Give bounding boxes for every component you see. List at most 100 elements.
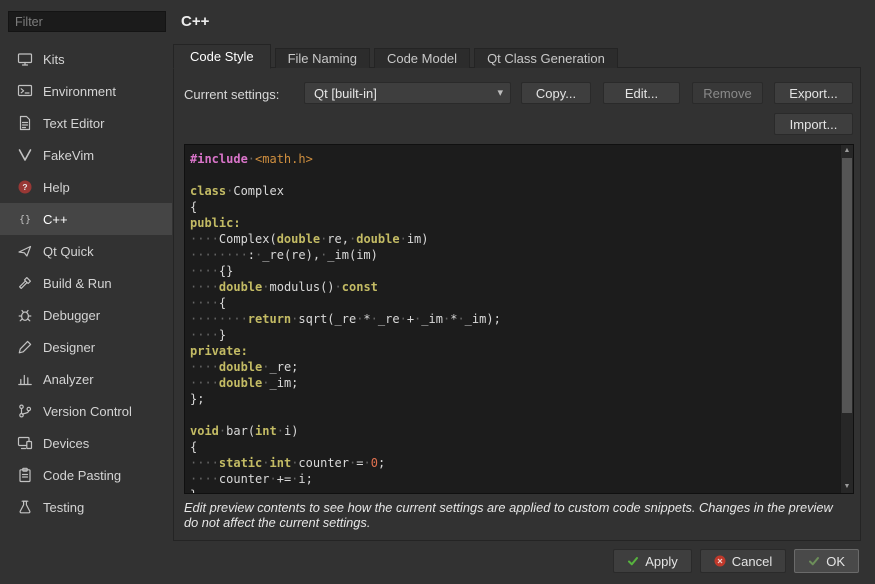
apply-button[interactable]: Apply <box>613 549 692 573</box>
dialog-buttons: Apply Cancel OK <box>613 549 859 573</box>
sidebar-item-qt-quick[interactable]: Qt Quick <box>0 235 172 267</box>
version-control-icon <box>17 403 33 419</box>
code-line: ····static·int·counter·=·0; <box>190 455 840 471</box>
settings-dropdown[interactable]: Qt [built-in] ▾ <box>304 82 511 104</box>
sidebar-item-version-control[interactable]: Version Control <box>0 395 172 427</box>
sidebar-item-code-pasting[interactable]: Code Pasting <box>0 459 172 491</box>
qt-quick-icon <box>17 243 33 259</box>
sidebar-item-testing[interactable]: Testing <box>0 491 172 523</box>
environment-icon <box>17 83 33 99</box>
cancel-button[interactable]: Cancel <box>700 549 786 573</box>
sidebar-item-help[interactable]: ? Help <box>0 171 172 203</box>
sidebar: Kits Environment Text Editor FakeVim? Help {}… <box>0 0 173 584</box>
editor-scrollbar[interactable]: ▲ ▼ <box>840 145 853 493</box>
svg-text:?: ? <box>22 182 27 192</box>
sidebar-item-debugger[interactable]: Debugger <box>0 299 172 331</box>
code-line: void·bar(int·i) <box>190 423 840 439</box>
sidebar-item-label: FakeVim <box>43 148 94 163</box>
cancel-button-label: Cancel <box>732 554 772 569</box>
code-line: ········:·_re(re),·_im(im) <box>190 247 840 263</box>
copy-button[interactable]: Copy... <box>521 82 591 104</box>
cancel-icon <box>714 555 726 567</box>
sidebar-item-label: Code Pasting <box>43 468 121 483</box>
sidebar-item-build-run[interactable]: Build & Run <box>0 267 172 299</box>
sidebar-item-label: Build & Run <box>43 276 112 291</box>
scrollbar-down-icon[interactable]: ▼ <box>841 481 853 493</box>
sidebar-item-label: Help <box>43 180 70 195</box>
import-button[interactable]: Import... <box>774 113 853 135</box>
code-pasting-icon <box>17 467 33 483</box>
sidebar-item-environment[interactable]: Environment <box>0 75 172 107</box>
sidebar-item-label: Devices <box>43 436 89 451</box>
sidebar-item-label: Testing <box>43 500 84 515</box>
sidebar-item-designer[interactable]: Designer <box>0 331 172 363</box>
code-line: { <box>190 199 840 215</box>
ok-button[interactable]: OK <box>794 549 859 573</box>
tab-file-naming[interactable]: File Naming <box>275 48 370 68</box>
scrollbar-up-icon[interactable]: ▲ <box>841 145 853 157</box>
code-line: }; <box>190 391 840 407</box>
code-line: private: <box>190 343 840 359</box>
page-title: C++ <box>181 13 209 30</box>
sidebar-item-label: Designer <box>43 340 95 355</box>
apply-button-label: Apply <box>645 554 678 569</box>
code-line: ····counter·+=·i; <box>190 471 840 487</box>
code-line: ····{} <box>190 263 840 279</box>
help-icon: ? <box>17 179 33 195</box>
export-button[interactable]: Export... <box>774 82 853 104</box>
settings-dropdown-value: Qt [built-in] <box>314 86 377 101</box>
tab-qt-class-generation[interactable]: Qt Class Generation <box>474 48 618 68</box>
sidebar-item-kits[interactable]: Kits <box>0 43 172 75</box>
devices-icon <box>17 435 33 451</box>
chevron-down-icon: ▾ <box>497 86 503 99</box>
sidebar-item-label: Text Editor <box>43 116 104 131</box>
edit-button[interactable]: Edit... <box>603 82 680 104</box>
code-line: #include·<math.h> <box>190 151 840 167</box>
code-line: { <box>190 439 840 455</box>
filter-input[interactable] <box>8 11 166 32</box>
sidebar-list: Kits Environment Text Editor FakeVim? Help {}… <box>0 43 172 523</box>
code-line: ····double·modulus()·const <box>190 279 840 295</box>
svg-text:{}: {} <box>19 215 31 226</box>
sidebar-item-cpp[interactable]: {}C++ <box>0 203 172 235</box>
fakevim-icon <box>17 147 33 163</box>
tab-code-style[interactable]: Code Style <box>173 44 271 69</box>
kits-icon <box>17 51 33 67</box>
code-line: ········return·sqrt(_re·*·_re·+·_im·*·_i… <box>190 311 840 327</box>
sidebar-item-analyzer[interactable]: Analyzer <box>0 363 172 395</box>
code-line: ····} <box>190 327 840 343</box>
designer-icon <box>17 339 33 355</box>
code-line: public: <box>190 215 840 231</box>
code-line <box>190 407 840 423</box>
tab-code-model[interactable]: Code Model <box>374 48 470 68</box>
sidebar-item-devices[interactable]: Devices <box>0 427 172 459</box>
sidebar-item-label: Version Control <box>43 404 132 419</box>
text-editor-icon <box>17 115 33 131</box>
preview-note: Edit preview contents to see how the cur… <box>184 500 848 530</box>
code-style-pane: Current settings: Qt [built-in] ▾ Copy..… <box>173 67 861 541</box>
sidebar-item-label: Qt Quick <box>43 244 94 259</box>
code-line: ····double·_im; <box>190 375 840 391</box>
sidebar-item-label: Analyzer <box>43 372 94 387</box>
sidebar-item-label: Debugger <box>43 308 100 323</box>
current-settings-label: Current settings: <box>184 87 279 102</box>
sidebar-item-label: Environment <box>43 84 116 99</box>
cpp-icon: {} <box>17 211 33 227</box>
analyzer-icon <box>17 371 33 387</box>
ok-button-label: OK <box>826 554 845 569</box>
debugger-icon <box>17 307 33 323</box>
tab-bar: Code StyleFile NamingCode ModelQt Class … <box>173 44 618 68</box>
ok-check-icon <box>808 555 820 567</box>
code-preview-text[interactable]: #include·<math.h> class·Complex{public:·… <box>185 145 840 493</box>
code-line: class·Complex <box>190 183 840 199</box>
code-line: } <box>190 487 840 493</box>
code-line: ····double·_re; <box>190 359 840 375</box>
scrollbar-thumb[interactable] <box>842 158 852 413</box>
remove-button[interactable]: Remove <box>692 82 763 104</box>
code-preview-editor[interactable]: #include·<math.h> class·Complex{public:·… <box>184 144 854 494</box>
sidebar-item-text-editor[interactable]: Text Editor <box>0 107 172 139</box>
options-dialog: { "header": { "title": "C++" }, "sidebar… <box>0 0 875 584</box>
sidebar-item-label: Kits <box>43 52 65 67</box>
testing-icon <box>17 499 33 515</box>
sidebar-item-fakevim[interactable]: FakeVim <box>0 139 172 171</box>
